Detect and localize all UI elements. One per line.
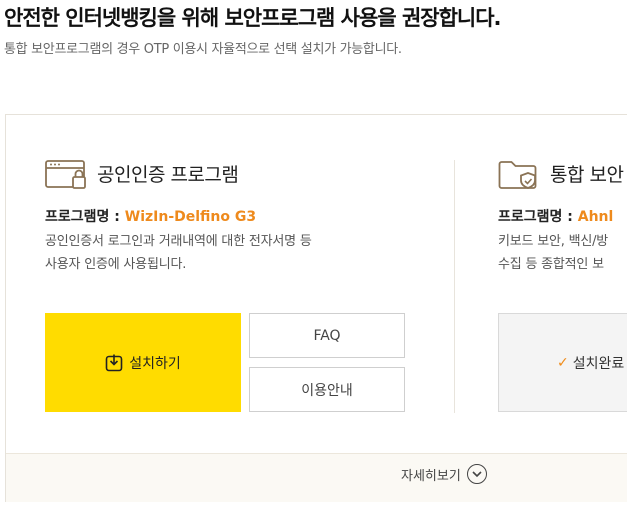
program-name-label: 프로그램명 : [45,209,125,225]
faq-button-label: FAQ [313,327,341,344]
security-program-page: 안전한 인터넷뱅킹을 위해 보안프로그램 사용을 권장합니다. 통합 보안프로그… [0,0,627,506]
installed-button-label: 설치완료 [572,355,625,372]
faq-button[interactable]: FAQ [249,313,405,358]
program-name-value: WizIn-Delfino G3 [124,209,257,225]
card-footer [6,453,627,502]
more-details-link[interactable]: 자세히보기 [401,464,487,484]
program-description-line: 공인인증서 로그인과 거래내역에 대한 전자서명 등 [45,234,312,249]
folder-shield-icon [498,161,537,189]
installed-button[interactable]: ✓ 설치완료 [498,313,627,412]
column-divider [454,160,455,413]
page-headline: 안전한 인터넷뱅킹을 위해 보안프로그램 사용을 권장합니다. [4,6,502,30]
program-name-label: 프로그램명 : [498,209,578,225]
program-description-line: 키보드 보안, 백신/방 [498,234,609,249]
program-title: 공인인증 프로그램 [97,164,239,186]
install-button[interactable]: 설치하기 [45,313,241,412]
program-description: 공인인증서 로그인과 거래내역에 대한 전자서명 등 사용자 인증에 사용됩니다… [45,230,312,276]
checkmark-icon: ✓ [557,354,569,371]
program-name: 프로그램명 : Ahnl [498,206,613,226]
program-title: 통합 보안 [550,164,624,186]
guide-button-label: 이용안내 [301,382,353,399]
page-subline: 통합 보안프로그램의 경우 OTP 이용시 자율적으로 선택 설치가 가능합니다… [4,42,402,57]
download-icon [105,354,123,371]
guide-button[interactable]: 이용안내 [249,367,405,412]
program-description: 키보드 보안, 백신/방 수집 등 종합적인 보 [498,230,608,276]
program-description-line: 사용자 인증에 사용됩니다. [45,257,187,272]
program-name: 프로그램명 : WizIn-Delfino G3 [45,206,256,226]
browser-lock-icon [45,160,86,189]
program-description-line: 수집 등 종합적인 보 [498,257,604,272]
more-details-label: 자세히보기 [401,468,461,484]
program-name-value: Ahnl [577,209,614,225]
install-button-label: 설치하기 [129,355,181,372]
chevron-down-icon [466,464,487,484]
